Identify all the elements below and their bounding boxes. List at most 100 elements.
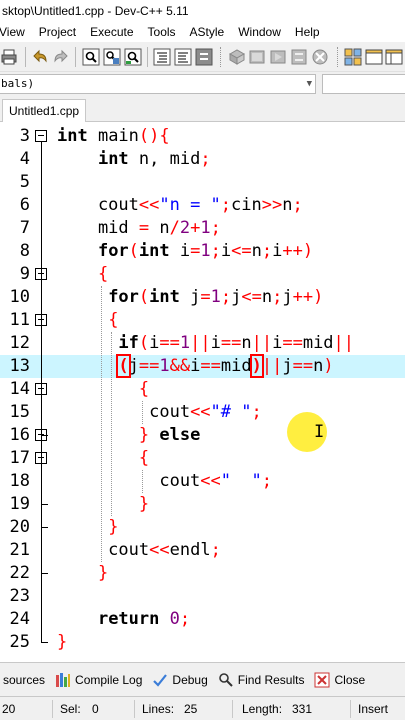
code-line[interactable]: 3 int main(){ bbox=[0, 125, 405, 148]
menu-tools[interactable]: Tools bbox=[141, 22, 183, 42]
toolbar-grip[interactable] bbox=[336, 46, 340, 67]
tab-compile-log[interactable]: Compile Log bbox=[50, 667, 147, 693]
indent-button[interactable] bbox=[153, 46, 172, 68]
replace-button[interactable] bbox=[102, 46, 121, 68]
class-combobox[interactable]: bals) ▼ bbox=[0, 74, 316, 94]
tab-compile-log-label: Compile Log bbox=[75, 672, 143, 687]
code-line[interactable]: 5 bbox=[0, 171, 405, 194]
chevron-down-icon[interactable]: ▼ bbox=[307, 75, 312, 93]
code-token: || bbox=[251, 333, 273, 353]
member-combobox[interactable] bbox=[322, 74, 405, 94]
code-line[interactable]: 17 { bbox=[0, 447, 405, 470]
unindent-button[interactable] bbox=[174, 46, 193, 68]
code-line[interactable]: 8 for(int i=1;i<=n;i++) bbox=[0, 240, 405, 263]
code-token: int bbox=[57, 126, 88, 146]
code-line[interactable]: 9 { bbox=[0, 263, 405, 286]
code-line[interactable]: 10 for(int j=1;j<=n;j++) bbox=[0, 286, 405, 309]
code-line[interactable]: 24 return 0; bbox=[0, 608, 405, 631]
toolbar-grip[interactable] bbox=[220, 46, 223, 67]
code-token: n bbox=[261, 287, 273, 307]
line-number: 23 bbox=[9, 586, 30, 606]
print-icon bbox=[1, 49, 17, 64]
menu-execute[interactable]: Execute bbox=[83, 22, 140, 42]
code-line[interactable]: 19 } bbox=[0, 493, 405, 516]
code-line[interactable]: 11 { bbox=[0, 309, 405, 332]
code-line[interactable]: 15 cout<<"# "; bbox=[0, 401, 405, 424]
menu-view[interactable]: View bbox=[0, 22, 32, 42]
run-button[interactable] bbox=[248, 46, 267, 68]
code-line[interactable]: 16 } else bbox=[0, 424, 405, 447]
fold-collapse-icon[interactable] bbox=[35, 130, 47, 142]
code-line[interactable]: 12 if(i==1||i==n||i==mid|| bbox=[0, 332, 405, 355]
replace-icon bbox=[103, 48, 121, 65]
code-token: ; bbox=[251, 402, 262, 422]
find-button[interactable] bbox=[81, 46, 100, 68]
code-line[interactable]: 6 cout<<"n = ";cin>>n; bbox=[0, 194, 405, 217]
code-line[interactable]: 21 cout<<endl; bbox=[0, 539, 405, 562]
code-editor[interactable]: 3 int main(){4 int n, mid; 5 6 cout<<"n = "… bbox=[0, 122, 405, 662]
tab-close[interactable]: Close bbox=[309, 667, 370, 693]
code-line[interactable]: 4 int n, mid; bbox=[0, 148, 405, 171]
code-line[interactable]: 18 cout<<" "; bbox=[0, 470, 405, 493]
fold-tree-end bbox=[41, 504, 48, 505]
code-token: << bbox=[190, 402, 211, 422]
code-line[interactable]: 23 bbox=[0, 585, 405, 608]
code-token: ++) bbox=[292, 287, 324, 307]
code-token: 1 bbox=[200, 218, 211, 238]
rebuild-icon bbox=[291, 49, 307, 64]
tab-resources[interactable]: sources bbox=[0, 667, 50, 693]
code-line[interactable]: 14 { bbox=[0, 378, 405, 401]
code-token: || bbox=[333, 333, 355, 353]
code-text: cout<<endl; bbox=[57, 539, 221, 562]
code-token: n bbox=[282, 195, 293, 215]
code-token: || bbox=[261, 356, 283, 376]
find-next-button[interactable] bbox=[123, 46, 142, 68]
new-window-button[interactable] bbox=[364, 46, 383, 68]
rebuild-button[interactable] bbox=[290, 46, 309, 68]
code-token: 1 bbox=[200, 241, 211, 261]
undo-button[interactable] bbox=[31, 46, 50, 68]
compile-run-button[interactable] bbox=[269, 46, 288, 68]
line-number: 7 bbox=[19, 218, 30, 238]
tab-debug[interactable]: Debug bbox=[147, 667, 212, 693]
toolbar bbox=[0, 42, 405, 72]
menu-window[interactable]: Window bbox=[231, 22, 288, 42]
code-token: mid bbox=[302, 333, 334, 353]
menu-astyle[interactable]: AStyle bbox=[183, 22, 232, 42]
code-text: for(int i=1;i<=n;i++) bbox=[57, 240, 313, 263]
mouse-ibeam-cursor-icon: I bbox=[314, 422, 325, 442]
line-number: 5 bbox=[19, 172, 30, 192]
tab-find-results[interactable]: Find Results bbox=[213, 667, 310, 693]
code-line[interactable]: 25} bbox=[0, 631, 405, 654]
toggle-comment-button[interactable] bbox=[195, 46, 214, 68]
code-token: mid bbox=[220, 356, 252, 376]
layout-button[interactable] bbox=[385, 46, 404, 68]
code-text: mid = n/2+1; bbox=[57, 217, 221, 240]
code-line[interactable]: 20 } bbox=[0, 516, 405, 539]
code-token: } bbox=[138, 494, 150, 514]
status-divider bbox=[134, 700, 135, 718]
code-line[interactable]: 7 mid = n/2+1; bbox=[0, 217, 405, 240]
menu-project[interactable]: Project bbox=[32, 22, 83, 42]
status-divider bbox=[232, 700, 233, 718]
code-token: ; bbox=[261, 241, 273, 261]
window-title-bar: sktop\Untitled1.cpp - Dev-C++ 5.11 bbox=[0, 0, 405, 22]
print-button[interactable] bbox=[1, 46, 20, 68]
class-browser-bar: bals) ▼ bbox=[0, 72, 405, 96]
code-token: i bbox=[190, 356, 201, 376]
menu-help[interactable]: Help bbox=[288, 22, 327, 42]
code-token: i bbox=[210, 333, 221, 353]
line-number: 6 bbox=[19, 195, 30, 215]
project-options-button[interactable] bbox=[343, 46, 362, 68]
code-text: } else bbox=[57, 424, 200, 447]
code-line[interactable]: 22 } bbox=[0, 562, 405, 585]
tab-untitled1-cpp[interactable]: Untitled1.cpp bbox=[2, 99, 87, 122]
debug-button[interactable] bbox=[311, 46, 330, 68]
code-line[interactable]: 13 (j==1&&i==mid)||j==n) bbox=[0, 354, 405, 378]
redo-button[interactable] bbox=[52, 46, 71, 68]
code-token: (){ bbox=[138, 126, 170, 146]
compile-button[interactable] bbox=[227, 46, 246, 68]
debug-icon bbox=[312, 49, 328, 64]
